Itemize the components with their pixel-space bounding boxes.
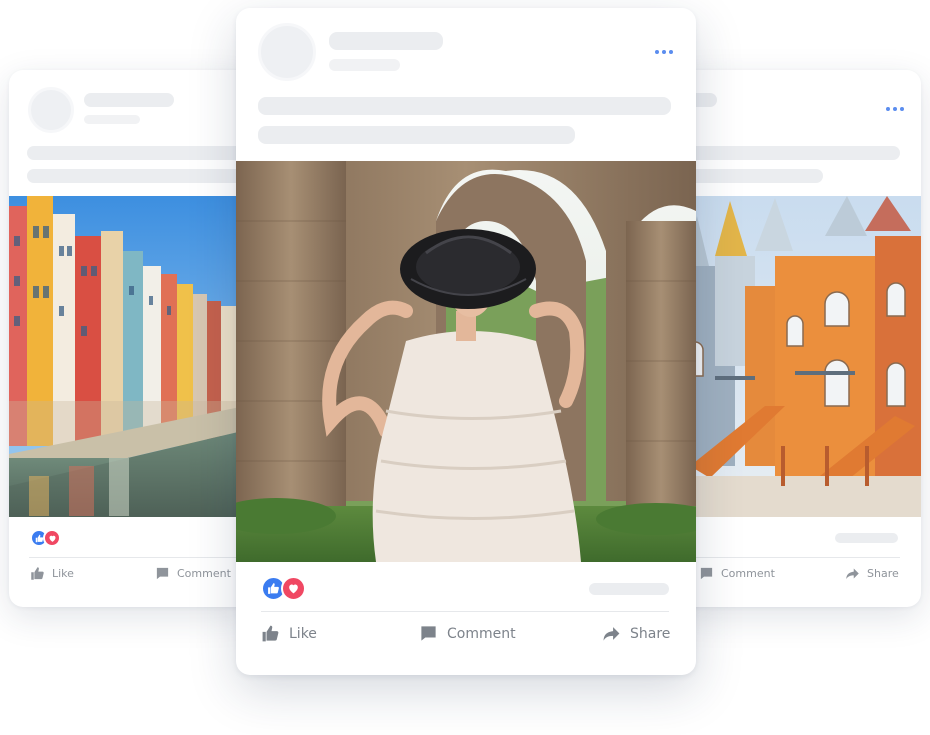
orange-castle-photo[interactable] [675, 196, 921, 517]
comment-button[interactable]: Comment [419, 624, 516, 643]
time-placeholder [329, 59, 400, 71]
reactions [261, 576, 306, 601]
more-options-icon[interactable] [655, 50, 673, 54]
comment-label: Comment [177, 567, 231, 580]
reactions [30, 529, 61, 547]
text-line-placeholder [675, 169, 823, 183]
share-label: Share [867, 567, 899, 580]
woman-in-hat-photo[interactable] [236, 161, 696, 562]
comment-label: Comment [721, 567, 775, 580]
thumbs-up-icon [261, 624, 280, 643]
count-placeholder [589, 583, 669, 595]
love-reaction-icon [43, 529, 61, 547]
avatar-placeholder [28, 87, 74, 133]
post-card-left: Like Comment [9, 70, 255, 607]
count-placeholder [835, 533, 898, 543]
name-placeholder [329, 32, 443, 50]
text-line-placeholder [27, 169, 255, 183]
like-label: Like [52, 567, 74, 580]
share-button[interactable]: Share [845, 566, 899, 581]
love-reaction-icon [281, 576, 306, 601]
divider [675, 557, 900, 558]
share-arrow-icon [845, 566, 860, 581]
more-options-icon[interactable] [886, 107, 904, 111]
comment-label: Comment [447, 625, 516, 642]
canal-houses-photo[interactable] [9, 196, 255, 517]
text-line-placeholder [27, 146, 255, 160]
post-card-center: Like Comment Share [236, 8, 696, 675]
comment-button[interactable]: Comment [155, 566, 231, 581]
comment-icon [419, 624, 438, 643]
comment-icon [699, 566, 714, 581]
thumbs-up-icon [30, 566, 45, 581]
comment-button[interactable]: Comment [699, 566, 775, 581]
like-button[interactable]: Like [30, 566, 74, 581]
share-button[interactable]: Share [602, 624, 670, 643]
share-arrow-icon [602, 624, 621, 643]
name-placeholder [84, 93, 174, 107]
text-line-placeholder [258, 126, 575, 144]
time-placeholder [84, 115, 140, 124]
text-line-placeholder [675, 146, 900, 160]
divider [29, 557, 255, 558]
divider [261, 611, 669, 612]
like-label: Like [289, 625, 317, 642]
like-button[interactable]: Like [261, 624, 317, 643]
avatar-placeholder [258, 23, 316, 81]
comment-icon [155, 566, 170, 581]
share-label: Share [630, 625, 671, 642]
post-card-right: Comment Share [675, 70, 921, 607]
text-line-placeholder [258, 97, 671, 115]
